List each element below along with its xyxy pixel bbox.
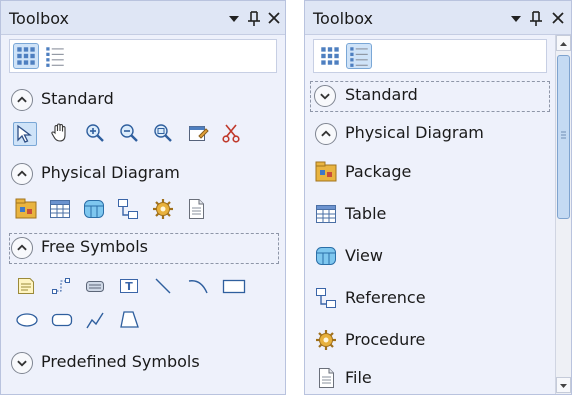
file-icon [315, 367, 337, 389]
zoom-in-icon[interactable] [84, 122, 108, 146]
list-view-button[interactable] [346, 43, 372, 69]
note-icon[interactable] [15, 275, 39, 299]
zoom-out-icon[interactable] [118, 122, 142, 146]
dropdown-icon[interactable] [507, 8, 525, 28]
rounded-rectangle-icon[interactable] [50, 309, 74, 333]
group-standard-label: Standard [41, 89, 114, 108]
toolbox-title: Toolbox [9, 9, 69, 28]
list-item-package[interactable]: Package [313, 154, 545, 190]
icon-view-button[interactable] [317, 43, 343, 69]
group-physical-diagram[interactable]: Physical Diagram [313, 119, 545, 150]
toolbox-panel-icon-view: Toolbox Standard Physical Diagram Free S… [0, 0, 286, 395]
title-icon[interactable]: T [118, 275, 142, 299]
ellipse-icon[interactable] [15, 309, 39, 333]
package-icon [315, 161, 337, 183]
group-physical-diagram-label: Physical Diagram [41, 163, 180, 182]
table-icon [315, 203, 337, 225]
open-zoom-icon[interactable] [152, 122, 176, 146]
group-physical-diagram-label: Physical Diagram [345, 123, 484, 142]
delete-icon[interactable] [220, 122, 244, 146]
polyline-icon[interactable] [84, 309, 108, 333]
close-icon[interactable] [549, 8, 567, 28]
collapse-chevron-icon[interactable] [11, 89, 33, 111]
collapse-chevron-icon[interactable] [11, 163, 33, 185]
file-icon[interactable] [185, 198, 209, 222]
pin-icon[interactable] [245, 8, 263, 28]
reference-icon[interactable] [117, 198, 141, 222]
expand-chevron-icon[interactable] [314, 85, 336, 107]
view-mode-toolbar [9, 39, 277, 73]
text-box-icon[interactable] [84, 275, 108, 299]
line-icon[interactable] [152, 275, 176, 299]
list-view-icon [43, 44, 67, 68]
expand-chevron-icon[interactable] [11, 352, 33, 374]
group-standard[interactable]: Standard [9, 85, 241, 116]
polygon-icon[interactable] [118, 309, 142, 333]
list-item-file[interactable]: File [313, 360, 545, 395]
group-predefined-symbols[interactable]: Predefined Symbols [9, 348, 241, 379]
rectangle-icon[interactable] [221, 275, 246, 299]
collapse-chevron-icon[interactable] [315, 123, 337, 145]
list-item-label: Reference [345, 288, 426, 307]
dropdown-icon[interactable] [225, 8, 243, 28]
close-icon[interactable] [265, 8, 283, 28]
list-item-view[interactable]: View [313, 238, 545, 274]
package-icon[interactable] [15, 198, 39, 222]
procedure-icon[interactable] [152, 198, 176, 222]
pointer-icon[interactable] [13, 122, 37, 146]
view-mode-toolbar [313, 39, 547, 73]
svg-text:T: T [125, 280, 133, 293]
icon-view-button[interactable] [13, 43, 39, 69]
group-standard-label: Standard [345, 85, 418, 104]
toolbox-title: Toolbox [313, 9, 373, 28]
list-item-label: File [345, 368, 372, 387]
group-free-symbols[interactable]: Free Symbols [9, 233, 279, 264]
list-item-procedure[interactable]: Procedure [313, 322, 545, 358]
list-item-label: Procedure [345, 330, 426, 349]
group-standard[interactable]: Standard [310, 81, 550, 112]
reference-icon [315, 287, 337, 309]
list-view-icon [347, 44, 371, 68]
toolbox-title-bar[interactable]: Toolbox [1, 1, 285, 35]
view-icon [315, 245, 337, 267]
list-view-button[interactable] [42, 43, 68, 69]
scroll-down-icon[interactable] [556, 377, 571, 393]
list-item-table[interactable]: Table [313, 196, 545, 232]
vertical-scrollbar[interactable] [555, 35, 571, 394]
procedure-icon [315, 329, 337, 351]
view-icon[interactable] [83, 198, 107, 222]
scroll-up-icon[interactable] [556, 35, 571, 51]
arc-icon[interactable] [187, 275, 211, 299]
link-icon[interactable] [50, 275, 74, 299]
properties-icon[interactable] [187, 122, 211, 146]
list-item-label: View [345, 246, 383, 265]
scrollbar-thumb[interactable] [557, 55, 570, 219]
toolbox-panel-list-view: Toolbox Standard Physical Diagram Packag… [304, 0, 572, 395]
icon-grid-icon [14, 44, 38, 68]
group-free-symbols-label: Free Symbols [41, 237, 148, 256]
table-icon[interactable] [49, 198, 73, 222]
list-item-reference[interactable]: Reference [313, 280, 545, 316]
grabber-hand-icon[interactable] [49, 122, 73, 146]
list-item-label: Table [345, 204, 387, 223]
collapse-chevron-icon[interactable] [11, 237, 33, 259]
icon-grid-icon [318, 44, 342, 68]
group-physical-diagram[interactable]: Physical Diagram [9, 159, 241, 190]
group-predefined-symbols-label: Predefined Symbols [41, 352, 200, 371]
toolbox-title-bar[interactable]: Toolbox [305, 1, 571, 35]
pin-icon[interactable] [527, 8, 545, 28]
list-item-label: Package [345, 162, 412, 181]
